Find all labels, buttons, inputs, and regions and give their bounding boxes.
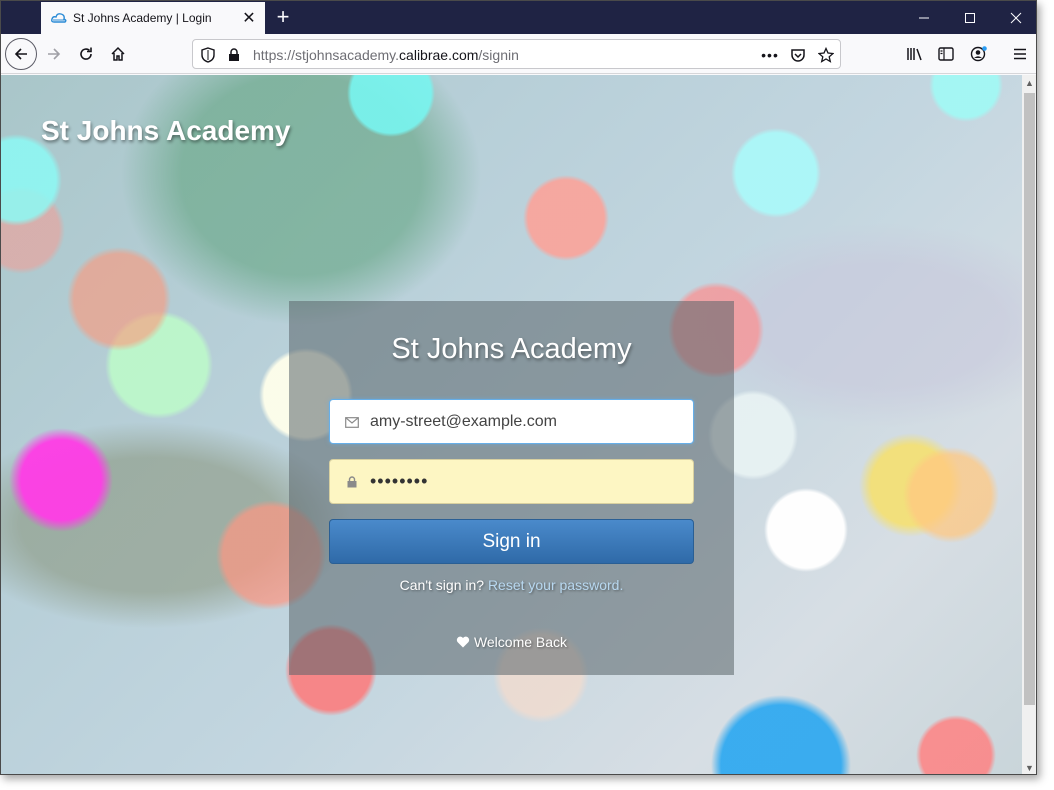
heart-icon (456, 636, 470, 648)
window-close-icon[interactable] (993, 1, 1036, 34)
page-content: St Johns Academy St Johns Academy Sign i… (1, 75, 1022, 774)
star-icon[interactable] (817, 46, 835, 64)
more-icon[interactable]: ••• (761, 46, 779, 64)
maximize-icon[interactable] (947, 1, 993, 34)
welcome-text: Welcome Back (473, 634, 568, 650)
login-panel: St Johns Academy Sign in Can't sign in? … (289, 301, 734, 675)
login-title: St Johns Academy (391, 333, 632, 365)
sign-in-button[interactable]: Sign in (329, 519, 694, 564)
tab-bar: St Johns Academy | Login ✕ + (1, 1, 1036, 34)
pocket-icon[interactable] (789, 46, 807, 64)
vertical-scrollbar[interactable]: ▲ ▼ (1022, 75, 1036, 774)
url-text[interactable]: https://stjohnsacademy.calibrae.com/sign… (253, 47, 519, 63)
scroll-down-icon[interactable]: ▼ (1022, 760, 1036, 774)
welcome-message: Welcome Back (289, 634, 734, 650)
url-bar[interactable]: https://stjohnsacademy.calibrae.com/sign… (192, 39, 841, 69)
reset-password-link[interactable]: Reset your password. (488, 577, 623, 593)
url-path: /signin (478, 47, 519, 63)
account-icon[interactable] (964, 39, 994, 69)
url-prefix: https://stjohnsacademy. (253, 47, 400, 63)
sidebar-icon[interactable] (931, 39, 961, 69)
password-input[interactable] (370, 460, 685, 503)
home-icon[interactable] (103, 39, 133, 69)
cant-sign-in-label: Can't sign in? (399, 577, 485, 593)
email-field[interactable] (329, 399, 694, 444)
minimize-icon[interactable] (901, 1, 947, 34)
scroll-up-icon[interactable]: ▲ (1022, 75, 1036, 91)
reload-icon[interactable] (71, 39, 101, 69)
forward-arrow-icon[interactable] (39, 39, 69, 69)
library-icon[interactable] (900, 39, 930, 69)
url-host: calibrae.com (399, 47, 479, 63)
plus-icon[interactable]: + (271, 5, 295, 29)
menu-icon[interactable] (1005, 39, 1035, 69)
back-arrow-icon[interactable] (5, 38, 37, 70)
scroll-thumb[interactable] (1024, 93, 1035, 705)
lock-icon[interactable] (225, 46, 243, 64)
browser-window: St Johns Academy | Login ✕ + https://stj… (0, 0, 1037, 775)
password-field[interactable] (329, 459, 694, 504)
shield-icon[interactable] (199, 46, 217, 64)
cloud-favicon-icon (51, 13, 67, 23)
tab-title: St Johns Academy | Login (73, 11, 212, 25)
cant-sign-in-text: Can't sign in? Reset your password. (289, 577, 734, 593)
tab-login[interactable]: St Johns Academy | Login ✕ (41, 2, 265, 34)
email-input[interactable] (370, 400, 685, 443)
site-title: St Johns Academy (41, 115, 291, 146)
close-icon[interactable]: ✕ (239, 8, 259, 28)
envelope-icon (344, 414, 360, 430)
padlock-icon (344, 474, 360, 490)
navigation-bar: https://stjohnsacademy.calibrae.com/sign… (1, 34, 1036, 74)
